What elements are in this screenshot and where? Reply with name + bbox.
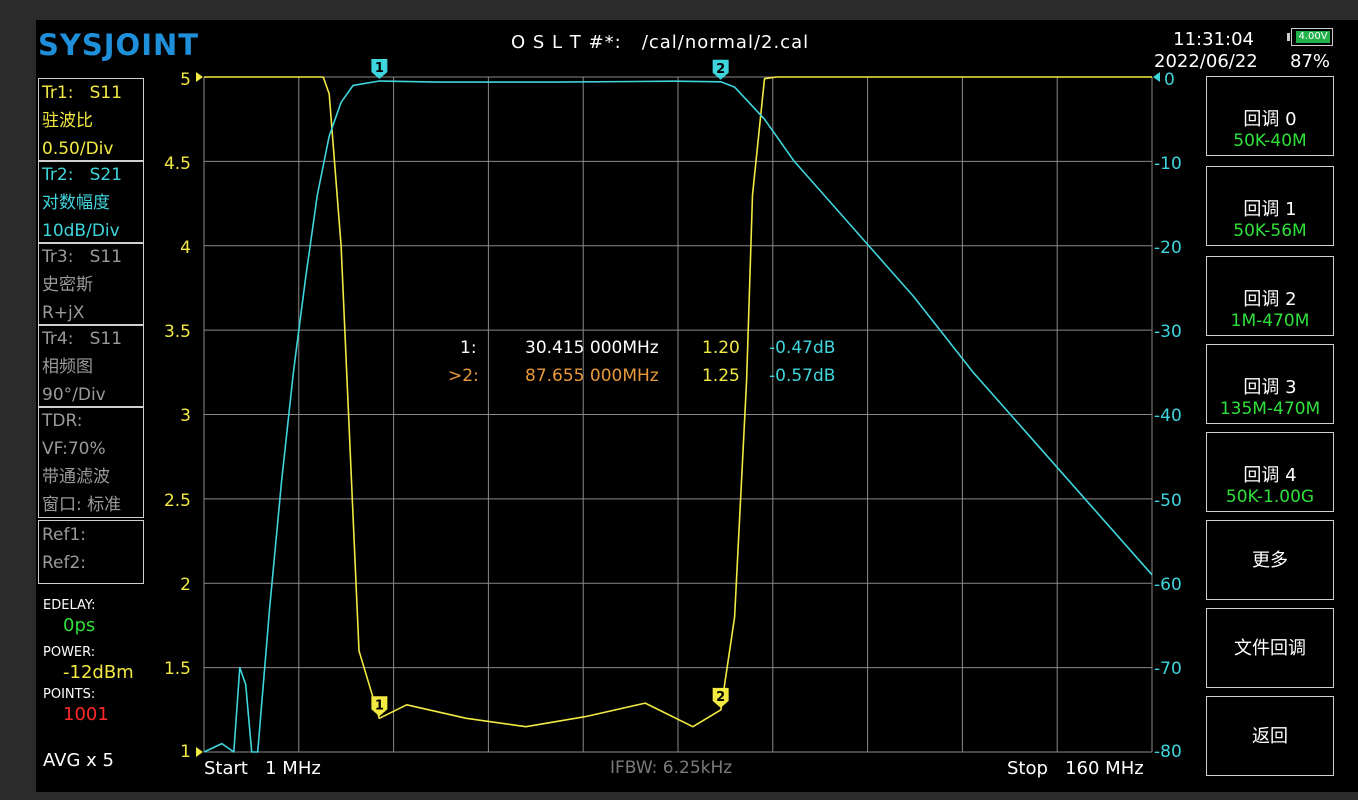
left-bottom-arrow <box>196 747 203 757</box>
file-recall-label: 文件回调 <box>1234 638 1306 659</box>
ifbw-label: IFBW: 6.25kHz <box>610 758 733 778</box>
marker-1-db: -0.47dB <box>769 338 836 358</box>
marker-1-freq: 30.415 000MHz <box>525 338 659 358</box>
marker-2-db: -0.57dB <box>769 366 836 386</box>
marker-1-vswr: 1.20 <box>702 338 740 358</box>
marker-2-s21-number: 2 <box>716 62 725 77</box>
marker-2-label: >2: <box>448 366 479 386</box>
recall-2-button[interactable]: 回调 2 1M-470M <box>1206 256 1334 336</box>
recall-4-button[interactable]: 回调 4 50K-1.00G <box>1206 432 1334 512</box>
plot-grid <box>196 72 1160 757</box>
stop-frequency: Stop 160 MHz <box>1007 758 1144 779</box>
recall-0-button[interactable]: 回调 0 50K-40M <box>1206 76 1334 156</box>
marker-2-freq: 87.655 000MHz <box>525 366 659 386</box>
plot-markers: 1 1 2 2 <box>371 58 729 717</box>
marker-2-vswr: 1.25 <box>702 366 740 386</box>
recall-1-range: 50K-56M <box>1233 221 1307 241</box>
recall-3-label: 回调 3 <box>1243 377 1297 398</box>
file-recall-button[interactable]: 文件回调 <box>1206 608 1334 688</box>
back-label: 返回 <box>1252 726 1288 747</box>
recall-4-range: 50K-1.00G <box>1225 487 1315 507</box>
recall-1-button[interactable]: 回调 1 50K-56M <box>1206 166 1334 246</box>
more-label: 更多 <box>1252 550 1288 571</box>
marker-2-vswr-number: 2 <box>716 690 725 705</box>
recall-1-label: 回调 1 <box>1243 199 1297 220</box>
back-button[interactable]: 返回 <box>1206 696 1334 776</box>
recall-3-button[interactable]: 回调 3 135M-470M <box>1206 344 1334 424</box>
recall-4-label: 回调 4 <box>1243 465 1297 486</box>
left-reference-arrow <box>196 72 203 82</box>
start-frequency: Start 1 MHz <box>204 758 321 779</box>
recall-2-range: 1M-470M <box>1230 311 1310 331</box>
marker-1-vswr-number: 1 <box>375 698 384 713</box>
marker-1-label: 1: <box>460 338 477 358</box>
sweep-plot[interactable]: 1 1 2 2 <box>36 20 1358 792</box>
right-reference-arrow <box>1153 72 1160 82</box>
recall-2-label: 回调 2 <box>1243 289 1297 310</box>
recall-0-range: 50K-40M <box>1233 131 1307 151</box>
recall-0-label: 回调 0 <box>1243 109 1297 130</box>
marker-1-s21-number: 1 <box>375 61 384 76</box>
vna-screen: SYSJOINT O S L T #*: /cal/normal/2.cal 1… <box>36 20 1358 792</box>
more-button[interactable]: 更多 <box>1206 520 1334 600</box>
recall-3-range: 135M-470M <box>1219 399 1321 419</box>
